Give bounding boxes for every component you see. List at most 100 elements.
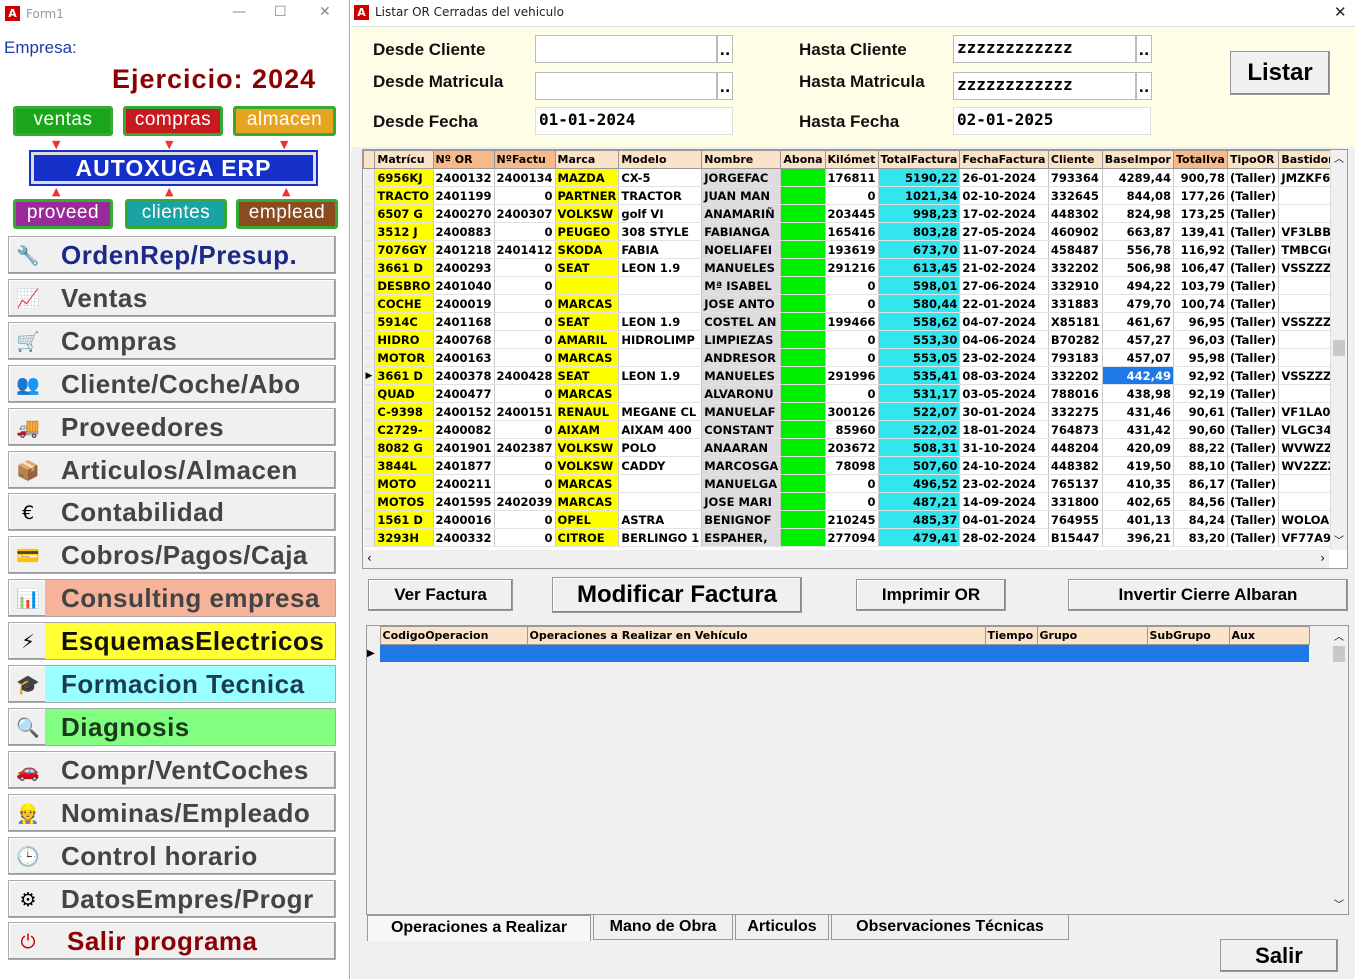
table-cell[interactable]: 803,28 [878, 222, 961, 241]
table-cell[interactable] [618, 276, 703, 295]
table-cell[interactable] [780, 420, 826, 439]
table-cell[interactable]: 22-01-2024 [959, 294, 1049, 313]
table-cell[interactable]: 448382 [1048, 456, 1103, 475]
table-cell[interactable]: 788016 [1048, 384, 1103, 403]
table-cell[interactable]: FABIA [618, 240, 703, 259]
hasta-matricula-lookup-button[interactable]: .. [1136, 72, 1152, 100]
table-cell[interactable]: 332202 [1048, 366, 1103, 385]
tab-observaciones-tecnicas[interactable]: Observaciones Técnicas [831, 914, 1069, 940]
table-cell[interactable]: MARCOSGA [701, 456, 782, 475]
scroll-up-icon[interactable]: ︿ [1334, 628, 1344, 643]
table-cell[interactable]: 2400134 [494, 168, 556, 187]
table-cell[interactable]: 96,03 [1173, 330, 1228, 349]
column-header-totaliva[interactable]: TotalIva [1173, 150, 1228, 169]
table-cell[interactable]: MOTO [374, 474, 434, 493]
table-cell[interactable]: 0 [494, 186, 556, 205]
table-cell[interactable]: 0 [494, 510, 556, 529]
table-cell[interactable]: 7076GY [374, 240, 434, 259]
table-cell[interactable]: 11-07-2024 [959, 240, 1049, 259]
table-cell[interactable]: 2400151 [494, 402, 556, 421]
table-cell[interactable]: CONSTANT [701, 420, 782, 439]
table-row[interactable]: MOTOS 2401595 2402039 MARCAS JOSE MARI 0 487,2… [363, 492, 1347, 511]
table-cell[interactable]: 6956KJ [374, 168, 434, 187]
table-cell[interactable]: MARCAS [555, 492, 620, 511]
column-header-n-factu[interactable]: NºFactu [493, 150, 556, 169]
table-cell[interactable]: 2400477 [433, 384, 495, 403]
table-cell[interactable]: 26-01-2024 [959, 168, 1049, 187]
column-header-marca[interactable]: Marca [554, 150, 620, 169]
table-cell[interactable]: FABIANGA [701, 222, 782, 241]
table-cell[interactable]: NOELIAFEI [701, 240, 782, 259]
table-cell[interactable]: 2400293 [433, 258, 495, 277]
table-cell[interactable]: 479,41 [878, 528, 961, 547]
table-cell[interactable]: 2400016 [433, 510, 495, 529]
table-cell[interactable]: (Taller) [1227, 168, 1280, 187]
table-cell[interactable]: MAZDA [555, 168, 620, 187]
table-cell[interactable]: 18-01-2024 [959, 420, 1049, 439]
operations-grid[interactable]: CodigoOperacion Operaciones a Realizar en… [366, 625, 1349, 915]
table-cell[interactable]: B15447 [1048, 528, 1103, 547]
table-cell[interactable]: ANAMARIÑ [701, 204, 782, 223]
table-cell[interactable]: C-9398 [374, 402, 434, 421]
table-cell[interactable]: MANUELES [701, 258, 782, 277]
column-header-cliente[interactable]: Cliente [1047, 150, 1103, 169]
menu-button-proveedores[interactable]: 🚚 Proveedores [8, 407, 336, 446]
menu-button-cliente-coche-abo[interactable]: 👥 Cliente/Coche/Abo [8, 364, 336, 403]
menu-button-formacion-tecnica[interactable]: 🎓 Formacion Tecnica [8, 665, 336, 703]
table-cell[interactable]: 2400428 [494, 366, 556, 385]
table-cell[interactable] [618, 384, 703, 403]
table-cell[interactable]: B70282 [1048, 330, 1103, 349]
table-cell[interactable]: MANUELGA [701, 474, 782, 493]
ops-column-header-aux[interactable]: Aux [1228, 626, 1310, 645]
table-cell[interactable]: SKODA [555, 240, 620, 259]
table-cell[interactable]: 508,31 [878, 438, 961, 457]
table-cell[interactable]: 457,07 [1102, 348, 1175, 367]
column-header-totalfactura[interactable]: TotalFactura [877, 150, 961, 169]
table-cell[interactable]: 765137 [1048, 474, 1103, 493]
table-cell[interactable]: 92,19 [1173, 384, 1228, 403]
table-cell[interactable]: JOSE MARI [701, 492, 782, 511]
table-cell[interactable]: (Taller) [1227, 258, 1280, 277]
table-cell[interactable]: 88,22 [1173, 438, 1228, 457]
table-cell[interactable] [780, 366, 826, 385]
table-cell[interactable]: 5190,22 [878, 168, 961, 187]
table-cell[interactable] [780, 204, 826, 223]
table-cell[interactable]: PARTNER [555, 186, 620, 205]
table-cell[interactable]: 663,87 [1102, 222, 1175, 241]
or-results-grid[interactable]: Matrícu Nº OR NºFactu Marca Modelo Nombre Abon… [362, 149, 1348, 569]
hasta-fecha-input[interactable]: 02-01-2025 [953, 107, 1151, 135]
table-row[interactable]: MOTOR 2400163 0 MARCAS ANDRESOR 0 553,05 23-02-… [363, 348, 1347, 367]
desde-fecha-input[interactable]: 01-01-2024 [535, 107, 733, 135]
table-cell[interactable]: 2402387 [494, 438, 556, 457]
table-cell[interactable]: 30-01-2024 [959, 402, 1049, 421]
table-cell[interactable]: MOTOR [374, 348, 434, 367]
table-cell[interactable]: 08-03-2024 [959, 366, 1049, 385]
table-cell[interactable]: (Taller) [1227, 294, 1280, 313]
table-cell[interactable]: 1021,34 [878, 186, 961, 205]
table-cell[interactable]: 116,92 [1173, 240, 1228, 259]
table-cell[interactable]: JOSE ANTO [701, 294, 782, 313]
table-cell[interactable]: 556,78 [1102, 240, 1175, 259]
table-cell[interactable]: 2401040 [433, 276, 495, 295]
table-cell[interactable]: MEGANE CL [618, 402, 703, 421]
menu-button-esquemaselectricos[interactable]: ⚡ EsquemasElectricos [8, 622, 336, 661]
table-cell[interactable]: CX-5 [618, 168, 703, 187]
desde-cliente-lookup-button[interactable]: .. [717, 35, 733, 63]
table-cell[interactable]: 0 [825, 276, 879, 295]
close-icon[interactable]: ✕ [1334, 3, 1347, 21]
table-cell[interactable]: (Taller) [1227, 384, 1280, 403]
ops-column-header-operaciones-a-realizar-en-veh-culo[interactable]: Operaciones a Realizar en Vehículo [526, 626, 986, 645]
table-cell[interactable]: 673,70 [878, 240, 961, 259]
menu-button-compr-ventcoches[interactable]: 🚗 Compr/VentCoches [8, 750, 336, 789]
table-cell[interactable]: 3844L [374, 456, 434, 475]
table-cell[interactable]: 332202 [1048, 258, 1103, 277]
table-cell[interactable] [780, 528, 826, 547]
table-cell[interactable]: 331800 [1048, 492, 1103, 511]
table-cell[interactable]: 0 [825, 348, 879, 367]
scroll-down-icon[interactable]: ﹀ [1334, 532, 1344, 547]
ops-column-header-subgrupo[interactable]: SubGrupo [1146, 626, 1230, 645]
table-cell[interactable]: 2400332 [433, 528, 495, 547]
table-cell[interactable]: ANDRESOR [701, 348, 782, 367]
table-cell[interactable]: 2401901 [433, 438, 495, 457]
table-cell[interactable]: 764955 [1048, 510, 1103, 529]
